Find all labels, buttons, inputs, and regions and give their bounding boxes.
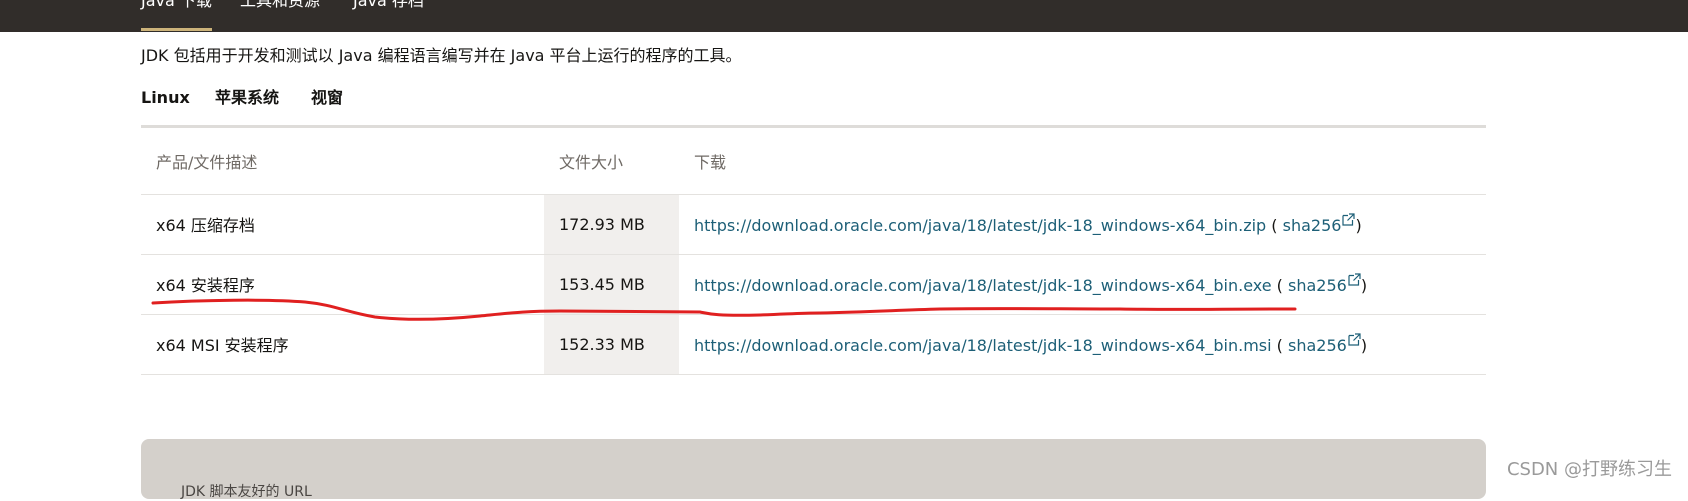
header-download: 下载 <box>679 128 1486 195</box>
script-friendly-url-box: JDK 脚本友好的 URL <box>141 439 1486 500</box>
nav-tools-resources[interactable]: 工具和资源 <box>240 0 320 32</box>
paren-open: ( <box>1271 336 1288 355</box>
sha256-label: sha256 <box>1282 216 1342 235</box>
csdn-watermark: CSDN @打野练习生 <box>1506 459 1672 480</box>
download-link-exe[interactable]: https://download.oracle.com/java/18/late… <box>694 276 1272 295</box>
nav-java-downloads[interactable]: Java 下载 <box>141 0 212 32</box>
row-download-cell: https://download.oracle.com/java/18/late… <box>679 254 1486 315</box>
external-link-icon <box>1348 273 1361 286</box>
header-description: 产品/文件描述 <box>141 128 544 195</box>
sha256-link[interactable]: sha256 <box>1288 333 1361 355</box>
sha256-label: sha256 <box>1288 336 1347 355</box>
sha256-link[interactable]: sha256 <box>1282 213 1356 235</box>
downloads-table: 产品/文件描述 文件大小 下载 x64 压缩存档 172.93 MB https… <box>141 128 1486 375</box>
table-row: x64 安装程序 153.45 MB https://download.orac… <box>141 254 1486 315</box>
table-row: x64 压缩存档 172.93 MB https://download.orac… <box>141 194 1486 255</box>
row-description: x64 MSI 安装程序 <box>141 314 544 375</box>
paren-close: ) <box>1360 276 1368 295</box>
tab-macos[interactable]: 苹果系统 <box>215 88 279 128</box>
row-description: x64 安装程序 <box>141 254 544 315</box>
table-header-row: 产品/文件描述 文件大小 下载 <box>141 128 1486 195</box>
sha256-label: sha256 <box>1288 276 1347 295</box>
paren-close: ) <box>1355 216 1362 235</box>
row-file-size: 172.93 MB <box>544 194 679 255</box>
jdk-description: JDK 包括用于开发和测试以 Java 编程语言编写并在 Java 平台上运行的… <box>141 46 742 65</box>
paren-close: ) <box>1360 336 1368 355</box>
top-nav-bar: Java 下载 工具和资源 Java 存档 <box>0 0 1688 32</box>
table-row: x64 MSI 安装程序 152.33 MB https://download.… <box>141 314 1486 375</box>
paren-open: ( <box>1271 276 1289 295</box>
external-link-icon <box>1348 333 1361 346</box>
download-link-msi[interactable]: https://download.oracle.com/java/18/late… <box>694 336 1272 355</box>
row-file-size: 152.33 MB <box>544 314 679 375</box>
script-friendly-url-label: JDK 脚本友好的 URL <box>181 484 312 500</box>
external-link-icon <box>1342 213 1356 226</box>
nav-java-archive[interactable]: Java 存档 <box>353 0 424 32</box>
paren-open: ( <box>1266 216 1283 235</box>
sha256-link[interactable]: sha256 <box>1288 273 1361 295</box>
row-description: x64 压缩存档 <box>141 194 544 255</box>
tab-linux[interactable]: Linux <box>141 88 190 128</box>
header-file-size: 文件大小 <box>544 128 679 195</box>
row-download-cell: https://download.oracle.com/java/18/late… <box>679 314 1486 375</box>
download-link-zip[interactable]: https://download.oracle.com/java/18/late… <box>694 216 1266 235</box>
row-file-size: 153.45 MB <box>544 254 679 315</box>
row-download-cell: https://download.oracle.com/java/18/late… <box>679 194 1486 255</box>
tab-windows[interactable]: 视窗 <box>311 88 344 128</box>
